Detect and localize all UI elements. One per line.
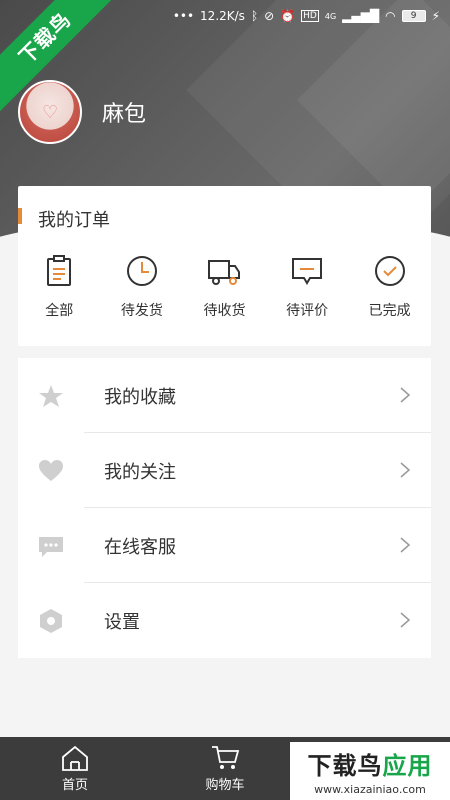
orders-title[interactable]: 我的订单 (38, 206, 110, 232)
mute-icon: ⊘ (264, 9, 275, 23)
wifi-icon: ◠ (385, 9, 396, 23)
network-speed: 12.2K/s (200, 9, 245, 23)
hd-icon: HD (301, 10, 319, 22)
watermark-brand-b: 应用 (382, 752, 433, 780)
menu-item-label: 我的收藏 (104, 386, 176, 408)
order-label: 全部 (45, 303, 74, 319)
order-label: 待收货 (203, 303, 246, 319)
status-dots: ••• (172, 9, 195, 23)
watermark-brand: 下载鸟应用 (308, 746, 433, 781)
check-circle-icon (374, 256, 405, 286)
chevron-right-icon (400, 462, 411, 478)
menu-item-favorites[interactable]: 我的收藏 (18, 358, 431, 433)
signal-icon: ▂▄▆█ (342, 9, 380, 23)
menu-item-following[interactable]: 我的关注 (18, 433, 431, 508)
chevron-right-icon (400, 612, 411, 628)
tab-cart[interactable]: 购物车 (150, 737, 300, 800)
watermark-logo: 下载鸟应用 www.xiazainiao.com (290, 742, 450, 800)
order-pending-receive[interactable]: 待收货 (183, 254, 266, 320)
menu-item-label: 在线客服 (104, 536, 176, 558)
order-label: 待评价 (286, 303, 329, 319)
clipboard-icon (47, 255, 72, 286)
menu-item-customer-service[interactable]: 在线客服 (18, 508, 431, 583)
cart-icon (212, 746, 240, 769)
tab-home[interactable]: 首页 (0, 737, 150, 800)
order-label: 待发货 (120, 303, 163, 319)
chevron-right-icon (400, 537, 411, 553)
avatar[interactable]: ♡ (18, 80, 82, 144)
truck-icon (208, 260, 241, 285)
menu-item-label: 我的关注 (104, 461, 176, 483)
orders-card: 我的订单 全部 待发货 待收货 待评价 已完成 (18, 186, 431, 346)
star-icon (39, 384, 63, 407)
home-icon (62, 745, 88, 771)
order-pending-review[interactable]: 待评价 (266, 254, 349, 320)
order-pending-ship[interactable]: 待发货 (101, 254, 184, 320)
watermark-url: www.xiazainiao.com (314, 783, 426, 796)
profile[interactable]: ♡ 麻包 (18, 80, 146, 144)
bluetooth-icon: ᛒ (250, 9, 259, 23)
menu-item-settings[interactable]: 设置 (18, 583, 431, 658)
tab-label: 购物车 (205, 778, 245, 793)
network-type: 4G (324, 11, 337, 21)
title-accent-bar (18, 208, 22, 224)
chat-icon (39, 536, 63, 557)
order-label: 已完成 (368, 303, 411, 319)
order-completed[interactable]: 已完成 (348, 254, 431, 320)
order-all[interactable]: 全部 (18, 254, 101, 320)
charging-icon: ⚡ (431, 9, 440, 23)
alarm-icon: ⏰ (280, 9, 296, 23)
heart-icon: ♡ (42, 102, 59, 123)
menu-item-label: 设置 (104, 611, 140, 633)
username: 麻包 (102, 102, 147, 127)
comment-icon (292, 258, 323, 285)
battery-icon: 9 (401, 10, 426, 22)
watermark-brand-a: 下载鸟 (307, 752, 383, 780)
heart-icon (39, 459, 63, 481)
tab-label: 首页 (61, 778, 88, 793)
settings-hexagon-icon (40, 608, 62, 633)
clock-icon (126, 256, 157, 286)
chevron-right-icon (400, 387, 411, 403)
menu-list: 我的收藏 我的关注 在线客服 设置 (18, 358, 431, 658)
